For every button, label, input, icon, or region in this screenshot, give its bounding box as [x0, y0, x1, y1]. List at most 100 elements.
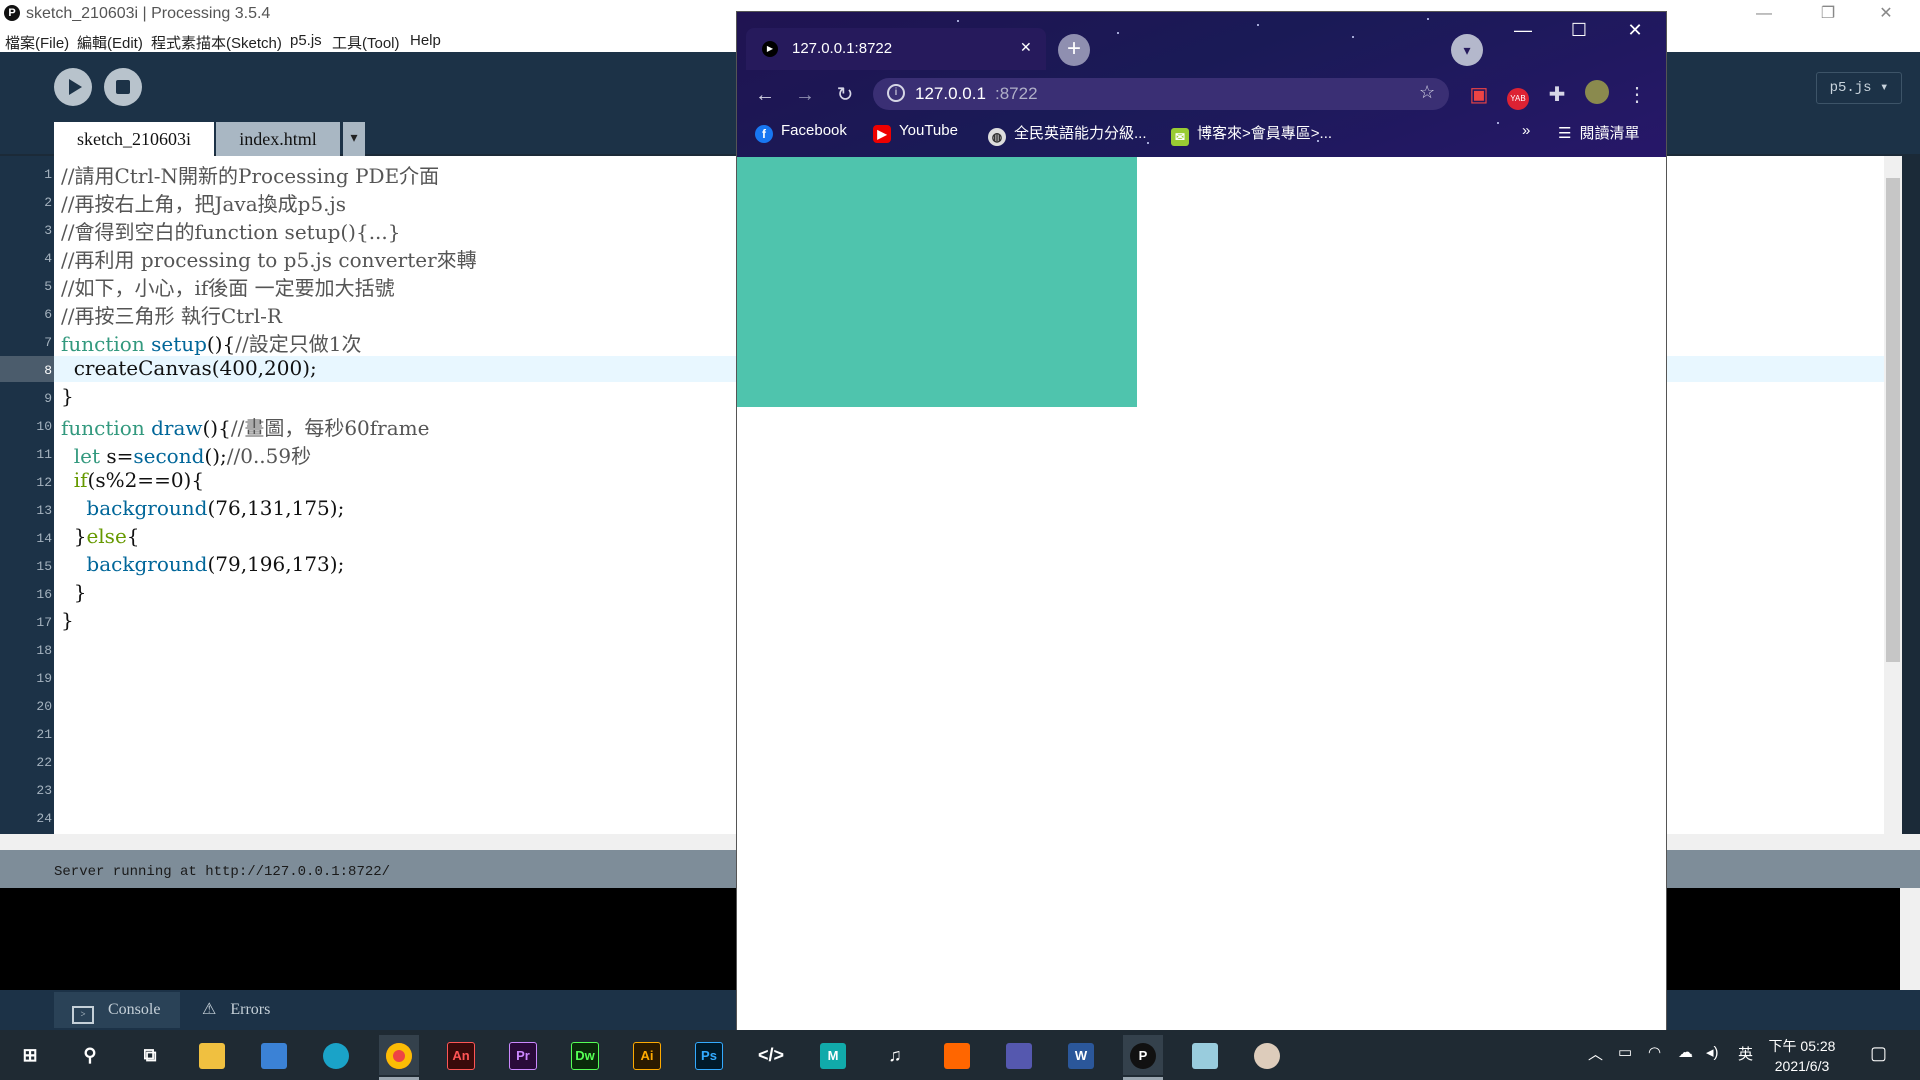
processing-taskbar-icon[interactable]: P [1123, 1035, 1163, 1075]
address-bar[interactable]: i 127.0.0.1:8722 ☆ [873, 78, 1449, 110]
code-app-icon[interactable]: </> [751, 1035, 791, 1075]
line-number: 3 [44, 223, 52, 238]
bookmark-youtube[interactable]: ▶ YouTube [873, 122, 958, 143]
tab-index-html[interactable]: index.html [216, 122, 340, 156]
code-line: //再按右上角，把Java換成p5.js [61, 192, 346, 216]
search-icon[interactable]: ⚲ [70, 1035, 110, 1075]
menu-sketch[interactable]: 程式素描本(Sketch) [151, 32, 282, 53]
paint-icon[interactable] [1247, 1035, 1287, 1075]
menu-file[interactable]: 檔案(File) [5, 32, 69, 53]
store-icon[interactable] [254, 1035, 294, 1075]
line-number: 24 [36, 811, 52, 826]
volume-icon[interactable]: ◂) [1706, 1043, 1719, 1061]
star-decoration [1352, 36, 1354, 38]
bookmark-gept[interactable]: ◍ 全民英語能力分級... [988, 122, 1147, 146]
code-line: } [61, 580, 87, 604]
ime-indicator[interactable]: 英 [1738, 1043, 1753, 1064]
tab-search-button[interactable]: ▾ [1451, 34, 1483, 66]
forward-icon[interactable]: → [790, 80, 820, 110]
books-icon: ✉ [1171, 128, 1189, 146]
run-button[interactable] [54, 68, 92, 106]
yab-extension-icon[interactable]: YAB [1503, 80, 1533, 110]
extensions-puzzle-icon[interactable]: ✚ [1542, 80, 1572, 110]
code-text: { [126, 524, 140, 548]
line-number: 10 [36, 419, 52, 434]
browser-tab-active[interactable]: ▶ 127.0.0.1:8722 ✕ [746, 28, 1046, 70]
mode-selector[interactable]: p5.js ▾ [1816, 72, 1902, 104]
photoshop-icon[interactable]: Ps [689, 1035, 729, 1075]
bookmarks-overflow-button[interactable]: » [1522, 122, 1530, 139]
line-number: 15 [36, 559, 52, 574]
dreamweaver-icon[interactable]: Dw [565, 1035, 605, 1075]
p5-sketch-canvas[interactable] [737, 157, 1137, 407]
pocket-extension-icon[interactable]: ▣ [1464, 80, 1494, 110]
processing-close-button[interactable]: ✕ [1858, 0, 1914, 28]
tray-overflow-icon[interactable]: ︿ [1588, 1043, 1603, 1064]
onedrive-icon[interactable]: ☁ [1678, 1043, 1693, 1061]
menu-p5js[interactable]: p5.js [290, 32, 322, 49]
line-number: 14 [36, 531, 52, 546]
processing-restore-button[interactable]: ❐ [1800, 0, 1856, 28]
code-keyword: if [61, 468, 88, 492]
tab-errors[interactable]: ⚠ Errors [182, 992, 292, 1028]
tab-console[interactable]: > Console [54, 992, 180, 1028]
reading-list-button[interactable]: ☰ 閱讀清單 [1558, 122, 1639, 143]
chrome-icon[interactable] [379, 1035, 419, 1075]
itunes-icon[interactable]: ♫ [875, 1035, 915, 1075]
profile-avatar[interactable] [1582, 80, 1612, 110]
reload-icon[interactable]: ↻ [830, 80, 860, 110]
teams-icon[interactable] [999, 1035, 1039, 1075]
tab-menu-button[interactable]: ▾ [343, 122, 365, 156]
code-text: (s%2==0){ [87, 468, 205, 492]
bookmark-star-icon[interactable]: ☆ [1419, 82, 1435, 103]
tab-close-icon[interactable]: ✕ [1020, 39, 1032, 56]
wifi-icon[interactable]: ◠ [1648, 1043, 1661, 1061]
illustrator-icon[interactable]: Ai [627, 1035, 667, 1075]
file-explorer-icon[interactable] [192, 1035, 232, 1075]
code-function-name: background [61, 552, 208, 576]
line-number: 1 [44, 167, 52, 182]
battery-icon[interactable]: ▭ [1618, 1043, 1632, 1061]
notepad-icon[interactable] [1185, 1035, 1225, 1075]
premiere-icon[interactable]: Pr [503, 1035, 543, 1075]
editor-scroll-thumb[interactable] [1886, 178, 1900, 662]
info-icon: i [887, 84, 905, 102]
bookmark-facebook[interactable]: f Facebook [755, 122, 847, 143]
line-number: 21 [36, 727, 52, 742]
bookmark-books[interactable]: ✉ 博客來>會員專區>... [1171, 122, 1332, 146]
task-view-icon[interactable]: ⧉ [130, 1035, 170, 1075]
animate-icon[interactable]: An [441, 1035, 481, 1075]
code-line: if(s%2==0){ [61, 468, 204, 492]
tab-sketch[interactable]: sketch_210603i [54, 122, 214, 156]
taskbar-clock[interactable]: 下午 05:28 2021/6/3 [1762, 1036, 1842, 1076]
processing-minimize-button[interactable]: — [1736, 0, 1792, 28]
word-icon[interactable]: W [1061, 1035, 1101, 1075]
code-text: (79,196,173); [207, 552, 345, 576]
star-decoration [1257, 24, 1259, 26]
code-text: s= [99, 444, 134, 468]
menu-help[interactable]: Help [410, 32, 441, 49]
console-scrollbar[interactable] [1900, 888, 1920, 990]
menu-tool[interactable]: 工具(Tool) [332, 32, 400, 53]
bookmark-label: Facebook [781, 122, 847, 139]
stop-button[interactable] [104, 68, 142, 106]
menu-edit[interactable]: 編輯(Edit) [77, 32, 143, 53]
maya-icon[interactable]: M [813, 1035, 853, 1075]
edge-icon[interactable] [316, 1035, 356, 1075]
code-keyword: function [61, 332, 145, 356]
notification-icon[interactable]: ▢ [1870, 1043, 1887, 1064]
code-line: function setup(){//設定只做1次 [61, 328, 361, 357]
browser-menu-icon[interactable]: ⋮ [1622, 80, 1652, 110]
xampp-icon[interactable] [937, 1035, 977, 1075]
start-button-windows-icon[interactable]: ⊞ [10, 1035, 50, 1075]
browser-maximize-button[interactable]: ☐ [1551, 12, 1607, 48]
line-number: 22 [36, 755, 52, 770]
code-comment: //畫圖，每秒60frame [230, 416, 430, 440]
youtube-icon: ▶ [873, 125, 891, 143]
line-number: 9 [44, 391, 52, 406]
back-icon[interactable]: ← [750, 80, 780, 110]
browser-minimize-button[interactable]: — [1495, 12, 1551, 48]
new-tab-button[interactable]: + [1058, 34, 1090, 66]
browser-close-button[interactable]: ✕ [1607, 12, 1663, 48]
line-number: 2 [44, 195, 52, 210]
